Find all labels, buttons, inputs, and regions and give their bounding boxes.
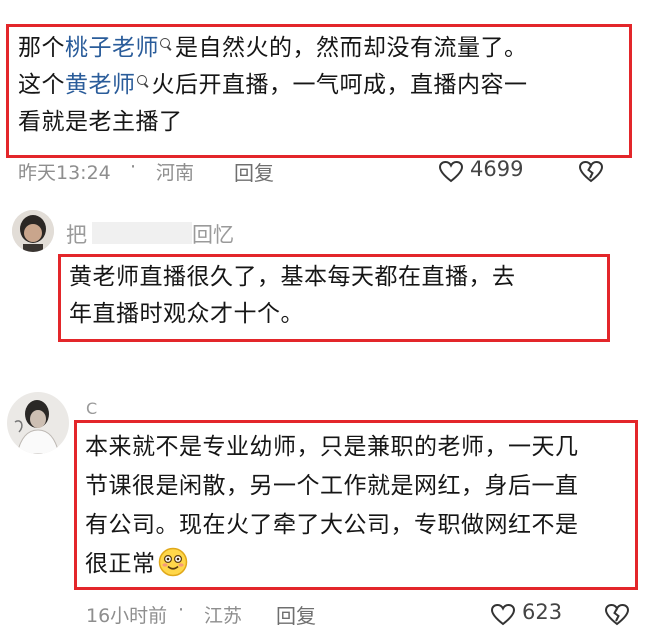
heart-icon[interactable] xyxy=(490,603,516,627)
comment-1-timestamp: 昨天13:24 xyxy=(18,162,111,184)
avatar[interactable] xyxy=(7,392,69,454)
topic-link-huang[interactable]: 黄老师 xyxy=(65,72,136,98)
comment-2-line-1: 黄老师直播很久了，基本每天都在直播，去 xyxy=(69,264,516,290)
comment-1-line-1: 那个桃子老师 是自然火的，然而却没有流量了。 xyxy=(18,35,528,61)
comment-1-location: 河南 xyxy=(156,162,195,184)
comment-3-like-count: 623 xyxy=(522,600,563,624)
comment-3-text: 本来就不是专业幼师，只是兼职的老师，一天几 节课很是闲散，另一个工作就是网红，身… xyxy=(85,428,637,584)
broken-heart-icon[interactable] xyxy=(578,160,604,184)
comment-1-line-2: 这个黄老师 火后开直播，一气呵成，直播内容一 xyxy=(18,72,528,98)
comment-3-reply-button[interactable]: 回复 xyxy=(276,600,316,629)
redacted-username xyxy=(92,222,192,244)
comment-2-text: 黄老师直播很久了，基本每天都在直播，去 年直播时观众才十个。 xyxy=(69,259,609,333)
comment-3-line-3: 有公司。现在火了牵了大公司，专职做网红不是 xyxy=(85,512,579,538)
avatar-image xyxy=(12,210,54,252)
comment-3-line-1: 本来就不是专业幼师，只是兼职的老师，一天几 xyxy=(85,434,579,460)
meta-separator: · xyxy=(130,156,137,178)
avatar[interactable] xyxy=(12,210,54,252)
comment-2-line-2: 年直播时观众才十个。 xyxy=(69,301,304,327)
smiling-face-emoji xyxy=(158,547,187,577)
comment-2-username-end[interactable]: 回忆 xyxy=(192,219,234,249)
comment-3-username[interactable]: C xyxy=(86,399,97,418)
search-icon[interactable] xyxy=(136,75,150,88)
comment-1-like-count: 4699 xyxy=(470,157,524,181)
heart-icon[interactable] xyxy=(438,160,464,184)
comment-3-line-4: 很正常 xyxy=(85,545,637,584)
avatar-image xyxy=(7,392,69,454)
search-icon[interactable] xyxy=(160,38,173,51)
comment-1-text: 那个桃子老师 是自然火的，然而却没有流量了。 这个黄老师 火后开直播，一气呵成，直播… xyxy=(18,30,628,141)
comment-3-line-2: 节课很是闲散，另一个工作就是网红，身后一直 xyxy=(85,473,579,499)
comment-1-line-3: 看就是老主播了 xyxy=(18,109,183,135)
comment-3-timestamp: 16小时前 xyxy=(86,605,168,627)
broken-heart-icon[interactable] xyxy=(604,603,630,627)
comment-3-location: 江苏 xyxy=(204,605,243,627)
comment-2-username-start[interactable]: 把 xyxy=(66,219,87,249)
comment-1-reply-button[interactable]: 回复 xyxy=(234,157,274,186)
meta-separator: · xyxy=(178,599,185,621)
topic-link-taozi[interactable]: 桃子老师 xyxy=(65,35,159,61)
